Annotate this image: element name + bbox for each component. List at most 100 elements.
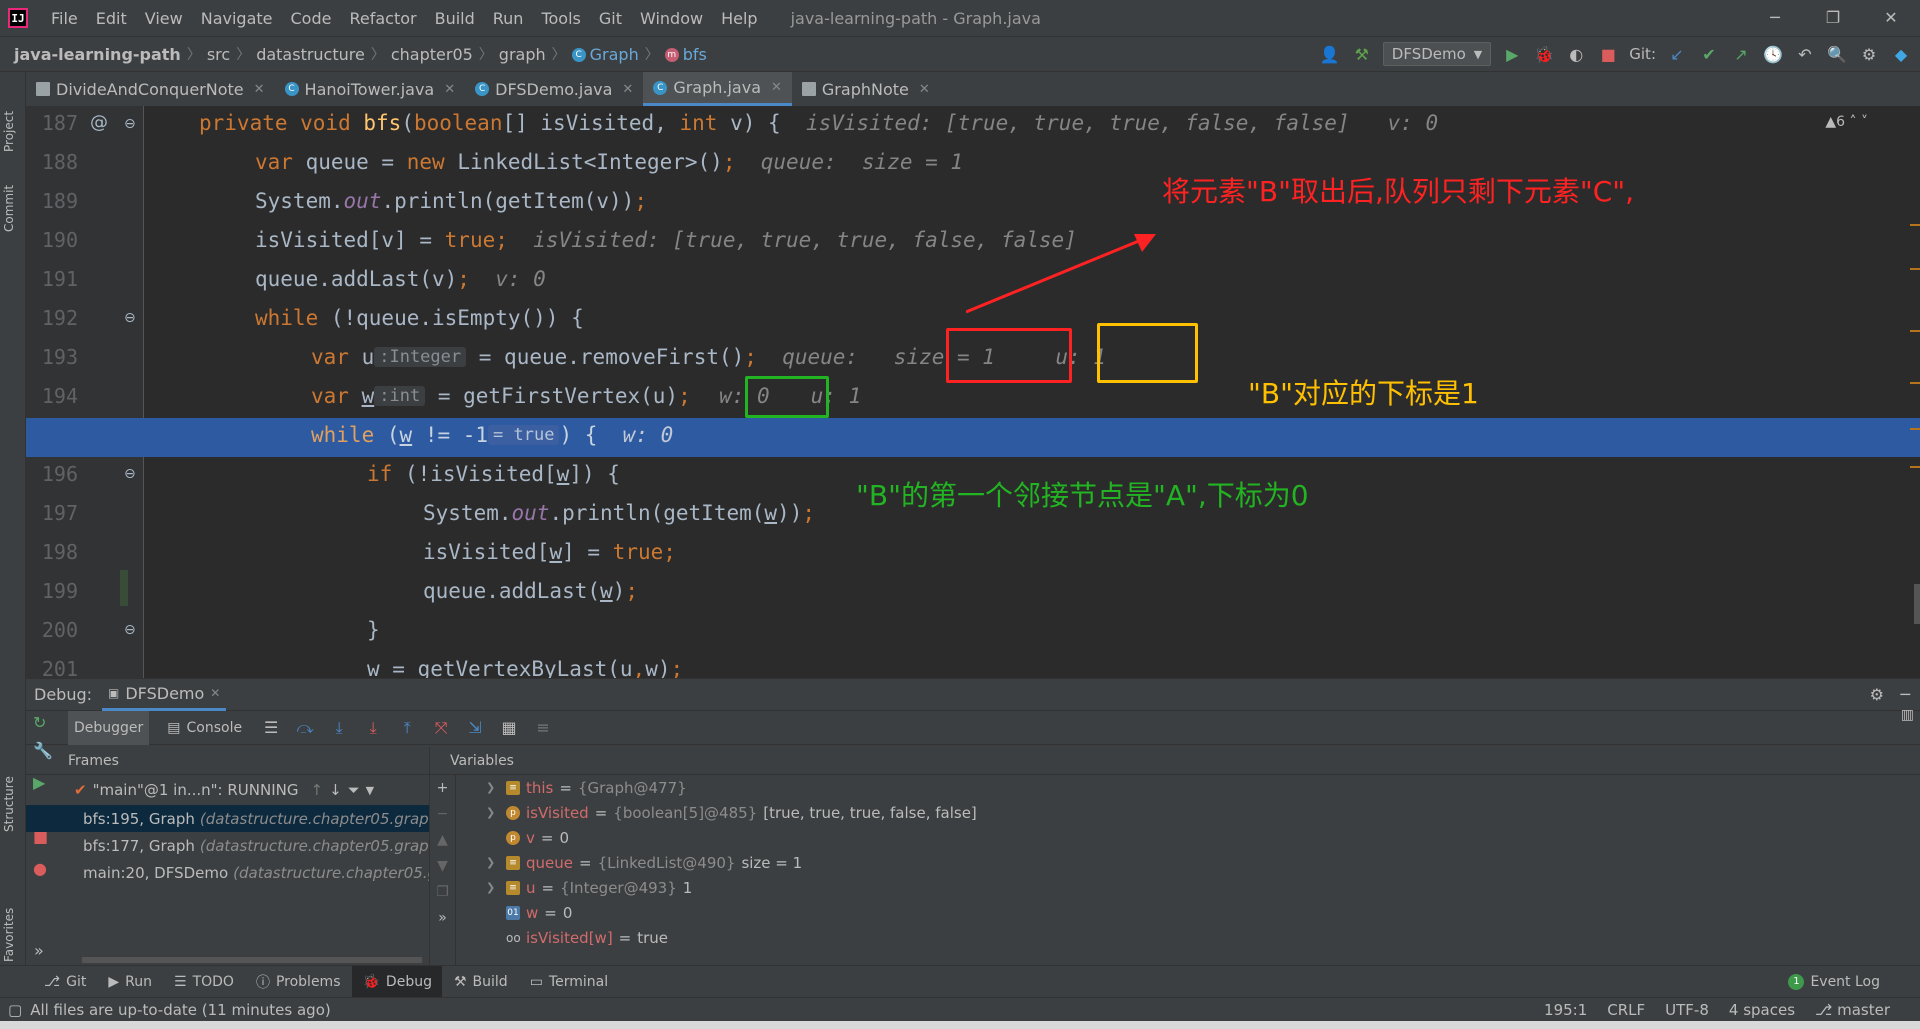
tab-graphnote[interactable]: GraphNote ✕ <box>792 72 940 106</box>
chevron-right-icon[interactable]: ❯ <box>486 856 500 869</box>
menu-tools[interactable]: Tools <box>532 9 589 28</box>
filter-icon[interactable]: ⏷ <box>348 781 360 799</box>
watch-row[interactable]: oo isVisited[w] = true <box>456 925 1920 950</box>
step-into-icon[interactable]: ⤓ <box>328 717 350 739</box>
variable-row[interactable]: 01 w = 0 <box>456 900 1920 925</box>
layout-icon[interactable]: ▥ <box>1901 707 1914 723</box>
git-tool-button[interactable]: ⎇ Git <box>34 966 96 998</box>
run-tool-button[interactable]: ▶ Run <box>98 966 162 998</box>
commit-tool-tab[interactable]: Commit <box>2 185 16 232</box>
project-tool-tab[interactable]: Project <box>2 111 16 152</box>
run-configuration-select[interactable]: DFSDemo ▼ <box>1382 42 1492 66</box>
force-step-into-icon[interactable]: ⤓ <box>362 717 384 739</box>
menu-build[interactable]: Build <box>426 9 484 28</box>
chevron-down-icon[interactable]: ▼ <box>366 784 374 797</box>
gear-icon[interactable]: ⚙ <box>1870 685 1884 704</box>
menu-code[interactable]: Code <box>282 9 341 28</box>
git-branch[interactable]: ⎇ master <box>1815 1001 1890 1019</box>
menu-navigate[interactable]: Navigate <box>192 9 282 28</box>
close-icon[interactable]: ✕ <box>622 82 633 97</box>
todo-tool-button[interactable]: ☰ TODO <box>164 966 244 998</box>
stack-frame[interactable]: bfs:177, Graph (datastructure.chapter05.… <box>26 832 429 859</box>
git-commit-icon[interactable]: ✔ <box>1698 43 1720 65</box>
line-separator[interactable]: CRLF <box>1607 1001 1645 1019</box>
close-icon[interactable]: ✕ <box>254 82 265 97</box>
tab-debugger[interactable]: Debugger <box>68 710 150 745</box>
debug-session-tab[interactable]: ▣ DFSDemo ✕ <box>102 679 227 711</box>
stack-frame[interactable]: main:20, DFSDemo (datastructure.chapter0… <box>26 859 429 886</box>
event-log-button[interactable]: 1 Event Log <box>1788 973 1880 990</box>
menu-refactor[interactable]: Refactor <box>340 9 425 28</box>
minimize-panel-icon[interactable]: ─ <box>1900 685 1910 704</box>
close-icon[interactable]: ✕ <box>919 82 930 97</box>
run-icon[interactable]: ▶ <box>1501 43 1523 65</box>
chevron-right-icon[interactable]: ❯ <box>486 781 500 794</box>
tab-dfsdemo[interactable]: C DFSDemo.java ✕ <box>465 72 643 106</box>
drop-frame-icon[interactable]: ⤧ <box>430 717 452 739</box>
gear-icon[interactable]: ⚙ <box>1858 43 1880 65</box>
remove-watch-icon[interactable]: − <box>430 801 455 827</box>
breadcrumb-bfs-method[interactable]: m bfs <box>659 45 713 64</box>
move-up-icon[interactable]: ▲ <box>430 827 455 853</box>
user-icon[interactable]: 👤 <box>1319 43 1341 65</box>
menu-edit[interactable]: Edit <box>87 9 136 28</box>
variable-row[interactable]: ❯ p isVisited = {boolean[5]@485} [true, t… <box>456 800 1920 825</box>
caret-position[interactable]: 195:1 <box>1544 1001 1587 1019</box>
minimize-button[interactable]: ─ <box>1746 0 1804 36</box>
warnings-indicator[interactable]: ▲6 ˄ ˅ <box>1825 114 1868 130</box>
breadcrumb-project[interactable]: java-learning-path <box>0 45 187 64</box>
menu-file[interactable]: File <box>42 9 87 28</box>
git-update-icon[interactable]: ↙ <box>1666 43 1688 65</box>
chevron-right-icon[interactable]: ❯ <box>486 881 500 894</box>
breadcrumb-graph-package[interactable]: graph <box>493 45 552 64</box>
tab-divideandconquernote[interactable]: DivideAndConquerNote ✕ <box>26 72 275 106</box>
add-watch-icon[interactable]: + <box>430 775 455 801</box>
restore-button[interactable]: ❐ <box>1804 0 1862 36</box>
variable-row[interactable]: p v = 0 <box>456 825 1920 850</box>
close-icon[interactable]: ✕ <box>771 80 782 95</box>
favorites-tool-tab[interactable]: Favorites <box>2 908 16 962</box>
breadcrumb-datastructure[interactable]: datastructure <box>250 45 371 64</box>
more-icon[interactable]: » <box>430 905 455 931</box>
list-icon[interactable]: ☰ <box>260 717 282 739</box>
stack-frame[interactable]: bfs:195, Graph (datastructure.chapter05.… <box>26 805 429 832</box>
run-to-cursor-icon[interactable]: ⇲ <box>464 717 486 739</box>
menu-window[interactable]: Window <box>631 9 712 28</box>
rollback-icon[interactable]: ↶ <box>1794 43 1816 65</box>
code-editor[interactable]: 187 188 189 190 191 192 193 194 195 196 … <box>26 106 1920 678</box>
copy-icon[interactable]: ❐ <box>430 879 455 905</box>
variable-row[interactable]: ❯ ≡ u = {Integer@493} 1 <box>456 875 1920 900</box>
close-window-button[interactable]: ✕ <box>1862 0 1920 36</box>
close-icon[interactable]: ✕ <box>444 82 455 97</box>
coverage-icon[interactable]: ◐ <box>1565 43 1587 65</box>
breadcrumb-chapter05[interactable]: chapter05 <box>385 45 479 64</box>
tab-hanoitower[interactable]: C HanoiTower.java ✕ <box>275 72 466 106</box>
breadcrumb-src[interactable]: src <box>201 45 236 64</box>
build-tool-button[interactable]: ⚒ Build <box>444 966 518 998</box>
chevron-right-icon[interactable]: ❯ <box>486 806 500 819</box>
close-icon[interactable]: ✕ <box>210 686 220 700</box>
tab-console[interactable]: ▤ Console <box>161 720 248 736</box>
git-push-icon[interactable]: ↗ <box>1730 43 1752 65</box>
evaluate-expression-icon[interactable]: ▦ <box>498 717 520 739</box>
history-clock-icon[interactable]: 🕓 <box>1762 43 1784 65</box>
stop-icon[interactable]: ■ <box>1597 43 1619 65</box>
horizontal-scrollbar[interactable] <box>82 957 422 963</box>
menu-run[interactable]: Run <box>484 9 533 28</box>
trace-icon[interactable]: ≡ <box>532 717 554 739</box>
toolbox-icon[interactable]: ◆ <box>1890 43 1912 65</box>
move-down-icon[interactable]: ▼ <box>430 853 455 879</box>
structure-tool-tab[interactable]: Structure <box>2 776 16 832</box>
menu-help[interactable]: Help <box>712 9 766 28</box>
terminal-tool-button[interactable]: ▭ Terminal <box>520 966 618 998</box>
step-out-icon[interactable]: ⤒ <box>396 717 418 739</box>
thread-selector[interactable]: ✔ "main"@1 in...n": RUNNING ↑ ↓ ⏷ ▼ <box>26 775 429 805</box>
build-hammer-icon[interactable]: ⚒ <box>1351 43 1373 65</box>
breadcrumb-graph-class[interactable]: C Graph <box>566 45 645 64</box>
tab-graph[interactable]: C Graph.java ✕ <box>643 72 792 106</box>
menu-view[interactable]: View <box>136 9 192 28</box>
file-encoding[interactable]: UTF-8 <box>1665 1001 1709 1019</box>
indent-setting[interactable]: 4 spaces <box>1729 1001 1795 1019</box>
debug-tool-button[interactable]: 🐞 Debug <box>352 965 442 998</box>
rerun-icon[interactable]: ↻ <box>33 713 46 732</box>
